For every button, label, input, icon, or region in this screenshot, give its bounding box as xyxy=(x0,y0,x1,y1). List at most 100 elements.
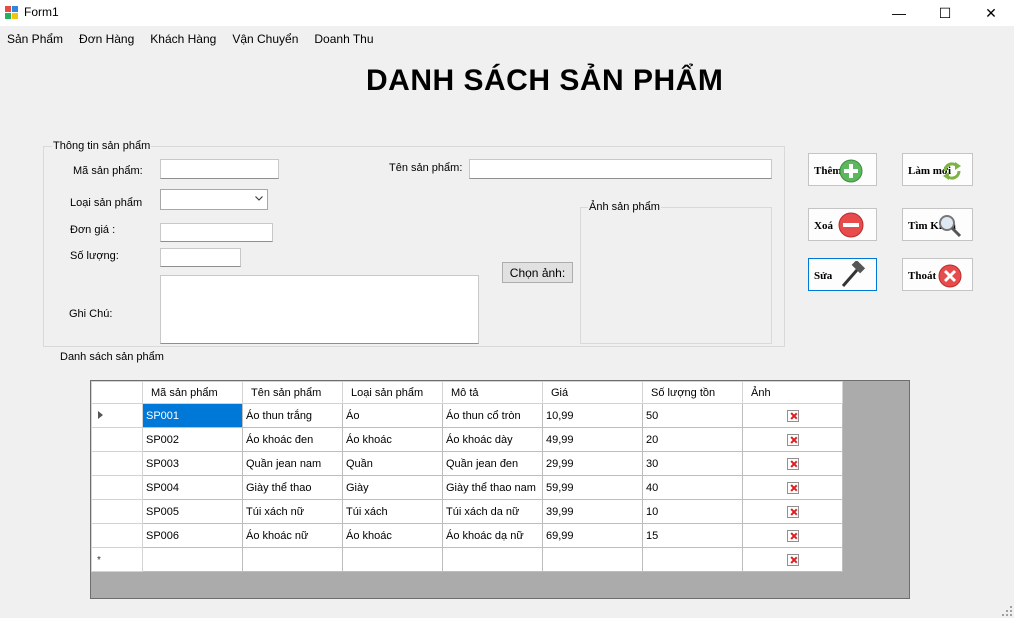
cell-mo-ta[interactable]: Áo thun cổ tròn xyxy=(442,403,543,428)
cell-ten[interactable]: Quần jean nam xyxy=(242,451,343,476)
grid-header-row: Mã sản phẩm Tên sản phẩm Loại sản phẩm M… xyxy=(91,381,843,404)
col-loai-san-pham[interactable]: Loại sản phẩm xyxy=(342,381,443,404)
window-title: Form1 xyxy=(24,5,59,19)
row-header[interactable] xyxy=(91,499,143,524)
resize-grip-icon[interactable] xyxy=(1002,606,1012,616)
col-gia[interactable]: Giá xyxy=(542,381,643,404)
cell-gia[interactable]: 49,99 xyxy=(542,427,643,452)
close-button[interactable]: ✕ xyxy=(968,0,1014,26)
cell-loai[interactable]: Áo khoác xyxy=(342,523,443,548)
thoat-button[interactable]: Thoát xyxy=(902,258,973,291)
cell-ten[interactable] xyxy=(242,547,343,572)
maximize-button[interactable]: ☐ xyxy=(922,0,968,26)
cell-mo-ta[interactable]: Áo khoác dày xyxy=(442,427,543,452)
cell-ten[interactable]: Giày thể thao xyxy=(242,475,343,500)
minimize-button[interactable]: — xyxy=(876,0,922,26)
cell-so-luong[interactable] xyxy=(642,547,743,572)
table-row[interactable]: SP005 Túi xách nữ Túi xách Túi xách da n… xyxy=(91,499,843,524)
cell-gia[interactable]: 69,99 xyxy=(542,523,643,548)
tim-kiem-button[interactable]: Tìm Kiếm xyxy=(902,208,973,241)
cell-loai[interactable]: Áo khoác xyxy=(342,427,443,452)
cell-anh[interactable] xyxy=(742,547,843,572)
menu-khach-hang[interactable]: Khách Hàng xyxy=(143,29,225,49)
cell-ten[interactable]: Túi xách nữ xyxy=(242,499,343,524)
row-header[interactable] xyxy=(91,523,143,548)
loai-san-pham-select[interactable] xyxy=(160,189,268,210)
menu-van-chuyen[interactable]: Vận Chuyển xyxy=(225,29,307,49)
cell-gia[interactable]: 39,99 xyxy=(542,499,643,524)
cell-ten[interactable]: Áo khoác đen xyxy=(242,427,343,452)
table-row[interactable]: SP001 Áo thun trắng Áo Áo thun cổ tròn 1… xyxy=(91,403,843,428)
broken-image-icon xyxy=(786,481,799,494)
cell-ten[interactable]: Áo khoác nữ xyxy=(242,523,343,548)
cell-loai[interactable]: Quần xyxy=(342,451,443,476)
col-anh[interactable]: Ảnh xyxy=(742,381,843,404)
cell-loai[interactable] xyxy=(342,547,443,572)
them-button[interactable]: Thêm xyxy=(808,153,877,186)
cell-so-luong[interactable]: 15 xyxy=(642,523,743,548)
cell-mo-ta[interactable] xyxy=(442,547,543,572)
xoa-button[interactable]: Xoá xyxy=(808,208,877,241)
lam-moi-button[interactable]: Làm mới xyxy=(902,153,973,186)
cell-gia[interactable]: 59,99 xyxy=(542,475,643,500)
ma-san-pham-input[interactable] xyxy=(160,159,279,179)
cell-ma[interactable]: SP002 xyxy=(142,427,243,452)
cell-ten[interactable]: Áo thun trắng xyxy=(242,403,343,428)
cell-so-luong[interactable]: 30 xyxy=(642,451,743,476)
hammer-icon xyxy=(841,261,866,287)
cell-anh[interactable] xyxy=(742,523,843,548)
col-ma-san-pham[interactable]: Mã sản phẩm xyxy=(142,381,243,404)
cell-gia[interactable]: 29,99 xyxy=(542,451,643,476)
choose-image-button[interactable]: Chọn ảnh: xyxy=(502,262,573,283)
row-header[interactable]: * xyxy=(91,547,143,572)
cell-so-luong[interactable]: 50 xyxy=(642,403,743,428)
so-luong-input[interactable] xyxy=(160,248,241,267)
cell-anh[interactable] xyxy=(742,403,843,428)
cell-gia[interactable]: 10,99 xyxy=(542,403,643,428)
cell-gia[interactable] xyxy=(542,547,643,572)
row-header[interactable] xyxy=(91,451,143,476)
cell-ma[interactable]: SP004 xyxy=(142,475,243,500)
ghi-chu-textarea[interactable] xyxy=(160,275,479,344)
menu-don-hang[interactable]: Đơn Hàng xyxy=(72,29,143,49)
cell-ma[interactable]: SP005 xyxy=(142,499,243,524)
cell-ma[interactable] xyxy=(142,547,243,572)
row-header[interactable] xyxy=(91,403,143,428)
cell-loai[interactable]: Giày xyxy=(342,475,443,500)
col-so-luong-ton[interactable]: Số lượng tồn xyxy=(642,381,743,404)
cell-anh[interactable] xyxy=(742,475,843,500)
cell-anh[interactable] xyxy=(742,499,843,524)
cell-loai[interactable]: Túi xách xyxy=(342,499,443,524)
table-row[interactable]: SP006 Áo khoác nữ Áo khoác Áo khoác dạ n… xyxy=(91,523,843,548)
cell-ma[interactable]: SP003 xyxy=(142,451,243,476)
cell-mo-ta[interactable]: Áo khoác dạ nữ xyxy=(442,523,543,548)
cell-so-luong[interactable]: 20 xyxy=(642,427,743,452)
ten-san-pham-label: Tên sản phẩm: xyxy=(389,162,463,174)
cell-anh[interactable] xyxy=(742,451,843,476)
row-header[interactable] xyxy=(91,475,143,500)
row-header[interactable] xyxy=(91,427,143,452)
cell-ma[interactable]: SP006 xyxy=(142,523,243,548)
col-ten-san-pham[interactable]: Tên sản phẩm xyxy=(242,381,343,404)
sua-button[interactable]: Sửa xyxy=(808,258,877,291)
broken-image-icon xyxy=(786,433,799,446)
new-row[interactable]: * xyxy=(91,547,843,572)
cell-mo-ta[interactable]: Giày thể thao nam xyxy=(442,475,543,500)
cell-ma[interactable]: SP001 xyxy=(142,403,243,428)
product-grid[interactable]: Mã sản phẩm Tên sản phẩm Loại sản phẩm M… xyxy=(90,380,910,599)
table-row[interactable]: SP003 Quần jean nam Quần Quần jean đen 2… xyxy=(91,451,843,476)
table-row[interactable]: SP002 Áo khoác đen Áo khoác Áo khoác dày… xyxy=(91,427,843,452)
ten-san-pham-input[interactable] xyxy=(469,159,772,179)
cell-mo-ta[interactable]: Túi xách da nữ xyxy=(442,499,543,524)
don-gia-input[interactable] xyxy=(160,223,273,242)
menu-doanh-thu[interactable]: Doanh Thu xyxy=(307,29,382,49)
cell-anh[interactable] xyxy=(742,427,843,452)
new-row-marker: * xyxy=(97,554,101,566)
cell-so-luong[interactable]: 10 xyxy=(642,499,743,524)
cell-loai[interactable]: Áo xyxy=(342,403,443,428)
cell-mo-ta[interactable]: Quần jean đen xyxy=(442,451,543,476)
table-row[interactable]: SP004 Giày thể thao Giày Giày thể thao n… xyxy=(91,475,843,500)
menu-san-pham[interactable]: Sản Phẩm xyxy=(0,29,72,49)
cell-so-luong[interactable]: 40 xyxy=(642,475,743,500)
col-mo-ta[interactable]: Mô tả xyxy=(442,381,543,404)
